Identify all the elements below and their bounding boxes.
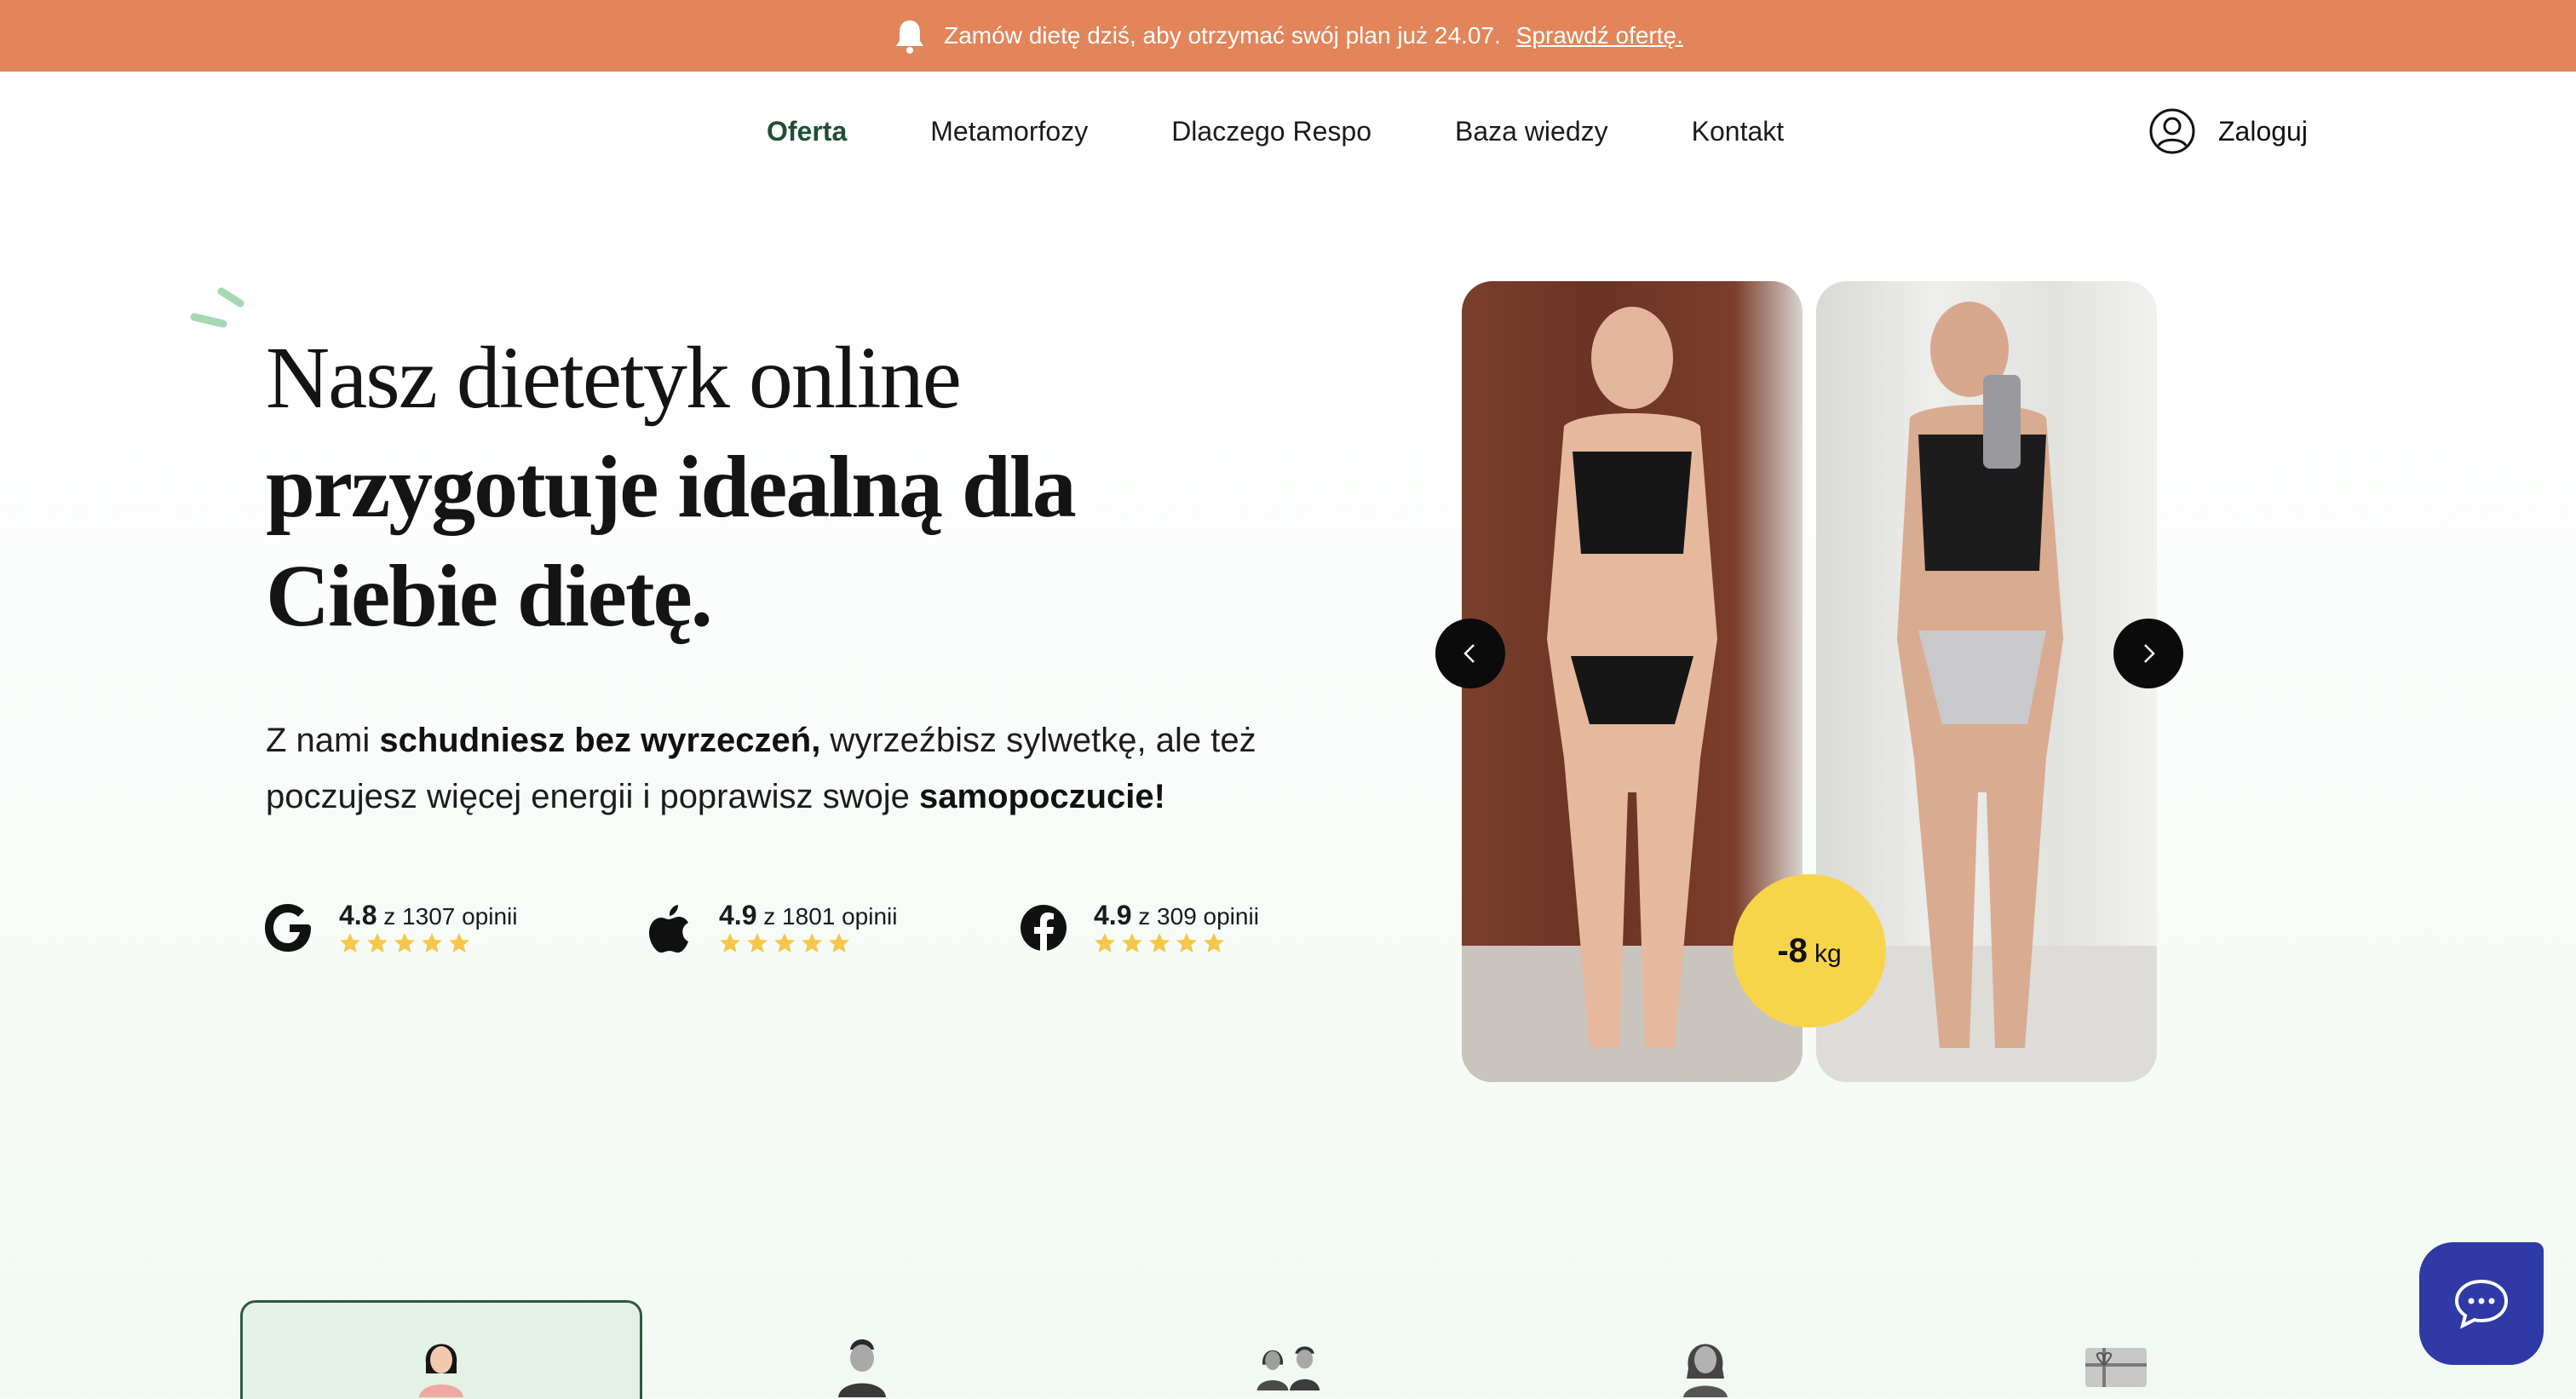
apple-icon [649, 905, 688, 953]
banner-text: Zamów dietę dziś, aby otrzymać swój plan… [944, 22, 1501, 49]
star-icon [1204, 933, 1224, 953]
nav-links: Oferta Metamorfozy Dlaczego Respo Baza w… [767, 72, 1867, 191]
google-icon [265, 904, 311, 952]
rating-score: 4.9 [719, 900, 757, 930]
rating-score: 4.9 [1094, 900, 1132, 930]
star-icon [774, 933, 795, 953]
chevron-right-icon [2144, 644, 2155, 663]
star-icon [802, 933, 822, 953]
rating-count: z 309 opinii [1138, 903, 1259, 930]
user-circle-icon [2149, 108, 2195, 154]
rating-score: 4.8 [339, 900, 377, 930]
rating-google: 4.8 z 1307 opinii [264, 896, 518, 964]
star-icon [1149, 933, 1170, 953]
hero-title-line-2: przygotuje idealną dla [266, 438, 1077, 536]
woman-alt-icon[interactable] [1671, 1329, 1739, 1397]
nav-link-dlaczego-respo[interactable]: Dlaczego Respo [1171, 116, 1371, 147]
star-icon [1176, 933, 1197, 953]
rating-apple: 4.9 z 1801 opinii [644, 896, 898, 964]
star-icon [367, 933, 388, 953]
woman-icon[interactable] [407, 1329, 475, 1397]
star-icon [747, 933, 768, 953]
chat-bubble-icon [2454, 1279, 2509, 1329]
slider-next-button[interactable] [2113, 619, 2183, 688]
login-button[interactable]: Zaloguj [2148, 106, 2308, 157]
weight-loss-unit: kg [1814, 940, 1842, 968]
star-icon [394, 933, 415, 953]
nav-link-metamorfozy[interactable]: Metamorfozy [930, 116, 1088, 147]
subtitle-bold-2: samopoczucie! [919, 778, 1165, 815]
man-icon[interactable] [828, 1329, 896, 1397]
subtitle-text-1: Z nami [266, 722, 380, 759]
star-icon [829, 933, 849, 953]
decorative-strokes [190, 287, 244, 328]
couple-icon[interactable] [1256, 1329, 1324, 1397]
star-icon [1095, 933, 1115, 953]
login-label: Zaloguj [2218, 115, 2308, 147]
bell-icon [896, 20, 924, 54]
promo-banner: Zamów dietę dziś, aby otrzymać swój plan… [0, 0, 2576, 72]
chat-button[interactable] [2419, 1242, 2544, 1365]
subtitle-bold-1: schudniesz bez wyrzeczeń, [379, 722, 821, 759]
star-icon [720, 933, 740, 953]
star-icon [422, 933, 442, 953]
main-nav: Oferta Metamorfozy Dlaczego Respo Baza w… [0, 72, 2576, 191]
star-icon [1122, 933, 1142, 953]
hero-title-line-3: Ciebie dietę. [266, 547, 713, 645]
rating-count: z 1801 opinii [763, 903, 898, 930]
hero-subtitle: Z nami schudniesz bez wyrzeczeń, wyrzeźb… [266, 712, 1322, 825]
nav-link-kontakt[interactable]: Kontakt [1692, 116, 1785, 147]
gift-card-icon[interactable] [2082, 1329, 2150, 1397]
star-icon [449, 933, 469, 953]
hero-title-line-1: Nasz dietetyk online [266, 329, 962, 427]
weight-loss-badge: -8 kg [1733, 874, 1886, 1028]
nav-link-oferta[interactable]: Oferta [767, 116, 847, 147]
chevron-left-icon [1463, 644, 1475, 663]
facebook-icon [1021, 905, 1067, 951]
hero-title: Nasz dietetyk online przygotuje idealną … [266, 324, 1288, 651]
star-icon [340, 933, 360, 953]
banner-offer-link[interactable]: Sprawdź ofertę. [1516, 22, 1683, 49]
rating-facebook: 4.9 z 309 opinii [1019, 896, 1259, 964]
rating-count: z 1307 opinii [383, 903, 518, 930]
weight-loss-value: -8 [1777, 932, 1808, 970]
slider-prev-button[interactable] [1435, 619, 1505, 688]
nav-link-baza-wiedzy[interactable]: Baza wiedzy [1455, 116, 1608, 147]
